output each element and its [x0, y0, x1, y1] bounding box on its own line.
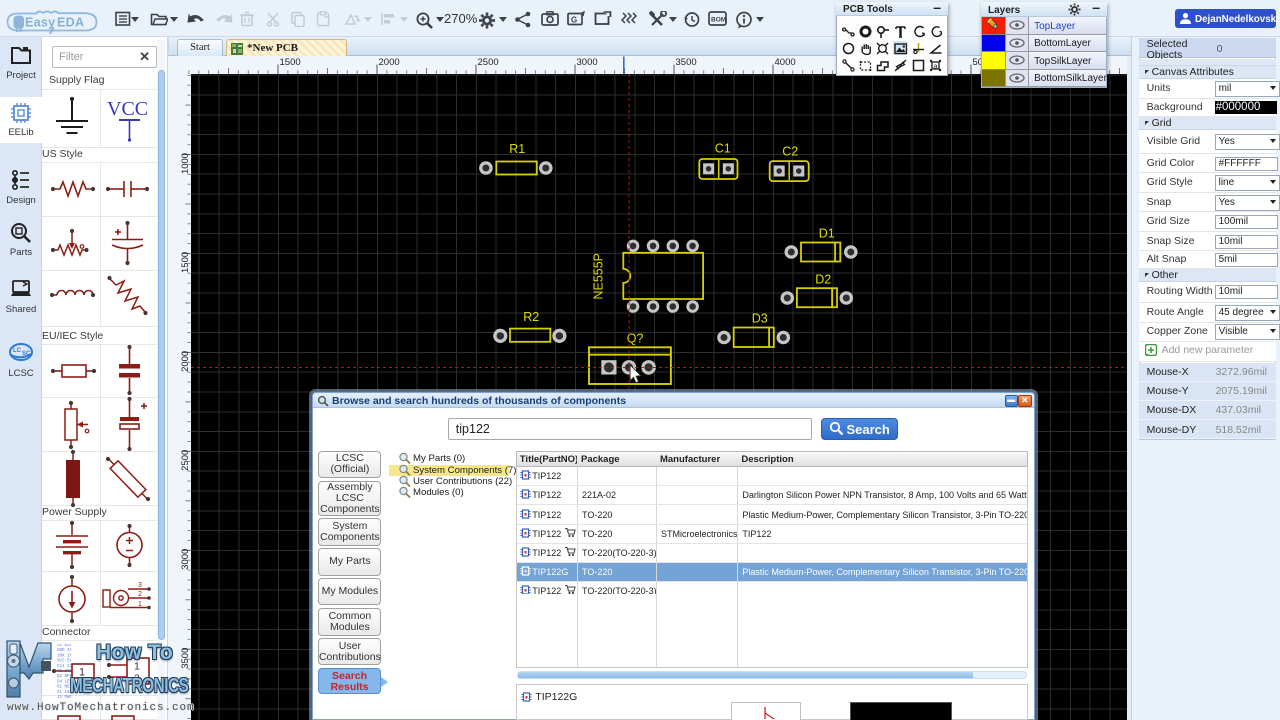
svg-text:10K 1%: 10K 1%: [57, 654, 71, 658]
svg-text:1: 1: [138, 601, 142, 608]
svg-text:VCC: VCC: [107, 98, 148, 120]
svg-text:D2: D2: [815, 272, 831, 286]
svg-text:Easy: Easy: [25, 16, 55, 30]
svg-text:3000: 3000: [180, 548, 191, 569]
svg-text:BOM: BOM: [711, 17, 726, 24]
svg-text:C14 22p: C14 22p: [57, 665, 71, 669]
svg-text:2000: 2000: [180, 350, 191, 371]
svg-text:J2 PWR: J2 PWR: [57, 696, 71, 700]
svg-text:VCC 5V0: VCC 5V0: [57, 660, 71, 664]
svg-text:1500: 1500: [180, 251, 191, 272]
svg-text:4000: 4000: [775, 57, 796, 68]
svg-text:D3: D3: [751, 311, 767, 325]
svg-text:2000: 2000: [379, 57, 400, 68]
svg-text:A1 B2C3D: A1 B2C3D: [57, 644, 71, 648]
svg-text:2500: 2500: [478, 57, 499, 68]
svg-text:C1: C1: [714, 141, 730, 155]
svg-text:U1 NE55: U1 NE55: [57, 686, 71, 690]
svg-text:R2: R2: [523, 310, 539, 324]
svg-text:LC: LC: [13, 348, 22, 354]
svg-text:2: 2: [138, 591, 142, 598]
svg-text:2500: 2500: [180, 449, 191, 470]
svg-text:X1 16MH: X1 16MH: [57, 691, 71, 695]
svg-text:EDA: EDA: [57, 16, 84, 30]
svg-text:3000: 3000: [577, 57, 598, 68]
svg-text:G: G: [571, 16, 577, 25]
svg-text:3500: 3500: [676, 57, 697, 68]
svg-text:D1: D1: [818, 226, 834, 240]
svg-text:Q2 NPN: Q2 NPN: [57, 675, 71, 679]
svg-text:NE555P: NE555P: [591, 253, 605, 300]
svg-text:1500: 1500: [280, 57, 301, 68]
svg-text:1000: 1000: [180, 152, 191, 173]
svg-text:a: a: [934, 64, 938, 71]
svg-text:3: 3: [138, 582, 142, 589]
svg-text:D4 LED: D4 LED: [57, 680, 71, 684]
svg-text:R5 330R: R5 330R: [57, 670, 71, 674]
svg-text:C2: C2: [782, 144, 798, 158]
svg-text:GND 25V: GND 25V: [57, 649, 71, 653]
svg-text:R1: R1: [509, 142, 525, 156]
svg-text:SC: SC: [22, 351, 31, 357]
